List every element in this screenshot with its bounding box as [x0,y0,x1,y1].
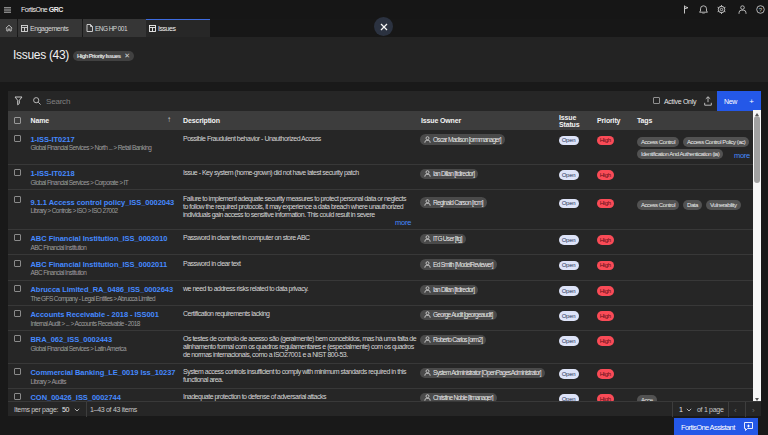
svg-text:?: ? [759,7,763,13]
